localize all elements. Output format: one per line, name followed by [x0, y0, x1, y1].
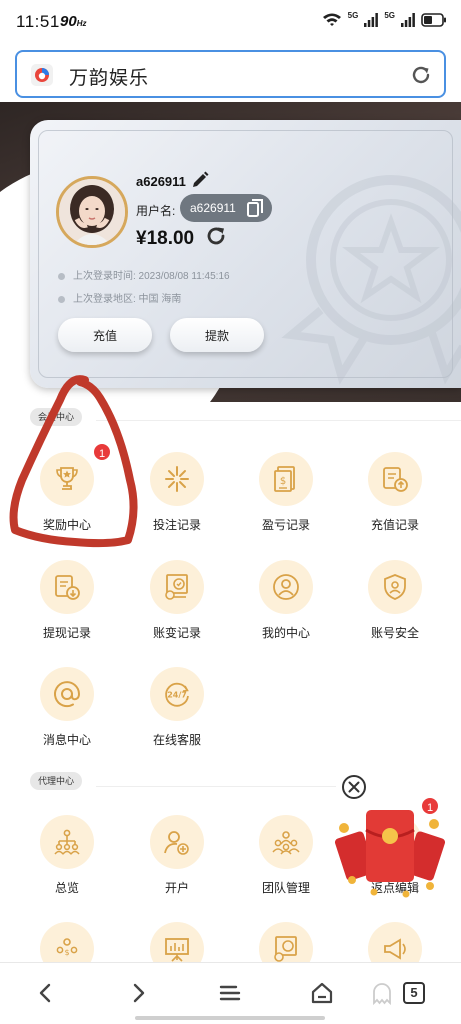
- grid-label: 我的中心: [261, 626, 310, 640]
- grid-label: 总览: [54, 881, 79, 895]
- bullet-dot: [58, 272, 65, 280]
- svg-text:$: $: [64, 948, 69, 957]
- battery-icon: [421, 13, 446, 27]
- username: a626911: [136, 174, 186, 189]
- grid-item-deposit-record[interactable]: 充值记录: [340, 452, 450, 542]
- grid-item-online-service[interactable]: 24/7 在线客服: [122, 667, 232, 757]
- deposit-record-icon: [368, 452, 422, 506]
- last-login-time: 上次登录时间: 2023/08/08 11:45:16: [58, 267, 230, 282]
- member-center-title: 会员中心: [30, 408, 83, 426]
- home-indicator: [135, 1016, 325, 1020]
- signal-icon-2: [401, 13, 415, 27]
- signal-5g-2: 5G: [384, 10, 395, 20]
- agent-section-divider: [96, 786, 336, 787]
- grid-label: 在线客服: [152, 733, 201, 747]
- status-time: 11:51: [16, 12, 60, 31]
- trophy-icon: [40, 452, 94, 506]
- close-float-icon[interactable]: [341, 774, 367, 800]
- refresh-icon[interactable]: [410, 64, 432, 86]
- service-24-7-icon: 24/7: [150, 667, 204, 721]
- username-pill[interactable]: a626911: [180, 194, 272, 222]
- security-icon: [368, 560, 422, 614]
- copy-icon[interactable]: [247, 199, 264, 217]
- grid-label: 开户: [164, 881, 189, 895]
- card-star-badge-icon: [281, 175, 461, 385]
- signal-5g-1: 5G: [347, 10, 359, 20]
- user-center-icon: [259, 560, 313, 614]
- balance-refresh-icon[interactable]: [204, 224, 228, 248]
- grid-item-rewards[interactable]: 1 奖励中心: [12, 442, 122, 542]
- add-account-icon: [150, 815, 204, 869]
- rewards-badge: 1: [92, 442, 112, 462]
- member-section-divider: [96, 420, 461, 421]
- grid-label: 消息中心: [42, 733, 91, 747]
- svg-text:$: $: [280, 476, 286, 487]
- grid-label: 账号安全: [370, 626, 419, 640]
- ghost-icon[interactable]: [368, 979, 396, 1007]
- grid-item-withdraw-record[interactable]: 提现记录: [12, 560, 122, 650]
- grid-item-messages[interactable]: 消息中心: [12, 667, 122, 757]
- forward-arrow-icon[interactable]: [124, 979, 152, 1007]
- last-login-region-text: 上次登录地区: 中国 海南: [73, 294, 182, 305]
- grid-label: 团队管理: [261, 881, 310, 895]
- bullet-dot: [58, 295, 65, 303]
- at-icon: [40, 667, 94, 721]
- grid-label: 投注记录: [152, 518, 201, 532]
- overview-icon: [40, 815, 94, 869]
- bet-record-icon: [150, 452, 204, 506]
- browser-bottom-nav: 5: [0, 962, 461, 1024]
- menu-icon[interactable]: [216, 979, 244, 1007]
- username-value: a626911: [190, 201, 236, 215]
- grid-item-overview[interactable]: 总览: [12, 815, 122, 905]
- edit-pencil-icon[interactable]: [190, 170, 210, 190]
- balance-amount: ¥18.00: [136, 228, 195, 249]
- grid-label: 账变记录: [152, 626, 201, 640]
- last-login-time-text: 上次登录时间: 2023/08/08 11:45:16: [73, 271, 230, 282]
- grid-item-open-account[interactable]: 开户: [122, 815, 232, 905]
- tab-count[interactable]: 5: [403, 982, 425, 1004]
- avatar-photo: [59, 179, 125, 245]
- withdraw-button[interactable]: 提款: [170, 318, 264, 352]
- home-icon[interactable]: [308, 979, 336, 1007]
- account-change-icon: [150, 560, 204, 614]
- grid-label: 奖励中心: [42, 518, 91, 532]
- avatar[interactable]: [56, 176, 128, 248]
- profile-card: a626911 用户名: a626911 ¥18.00 上次登录时间: 2023…: [30, 120, 461, 388]
- status-bar: 11:51 90Hz 5G 5G: [0, 0, 461, 44]
- withdraw-record-icon: [40, 560, 94, 614]
- address-bar[interactable]: 万韵娱乐: [15, 50, 446, 98]
- grid-label: 盈亏记录: [261, 518, 310, 532]
- grid-item-profit-record[interactable]: $ 盈亏记录: [231, 452, 341, 542]
- profit-record-icon: $: [259, 452, 313, 506]
- grid-item-user-center[interactable]: 我的中心: [231, 560, 341, 650]
- username-label: 用户名:: [136, 204, 176, 218]
- back-arrow-icon[interactable]: [32, 979, 60, 1007]
- grid-item-bet-record[interactable]: 投注记录: [122, 452, 232, 542]
- deposit-button[interactable]: 充值: [58, 318, 152, 352]
- team-icon: [259, 815, 313, 869]
- address-text: 万韵娱乐: [69, 68, 150, 89]
- agent-center-title: 代理中心: [30, 772, 83, 790]
- last-login-region: 上次登录地区: 中国 海南: [58, 290, 181, 305]
- grid-label: 充值记录: [370, 518, 419, 532]
- grid-item-account-change[interactable]: 账变记录: [122, 560, 232, 650]
- status-icons: 5G 5G: [322, 10, 447, 28]
- site-logo-icon: [31, 64, 53, 86]
- svg-text:24/7: 24/7: [167, 691, 187, 700]
- red-packet-badge: 1: [420, 796, 440, 816]
- refresh-rate: 90Hz: [60, 13, 87, 30]
- wifi-icon: [322, 13, 341, 26]
- grid-item-team[interactable]: 团队管理: [231, 815, 341, 905]
- grid-item-security[interactable]: 账号安全: [340, 560, 450, 650]
- grid-label: 提现记录: [42, 626, 91, 640]
- signal-icon: [364, 13, 379, 27]
